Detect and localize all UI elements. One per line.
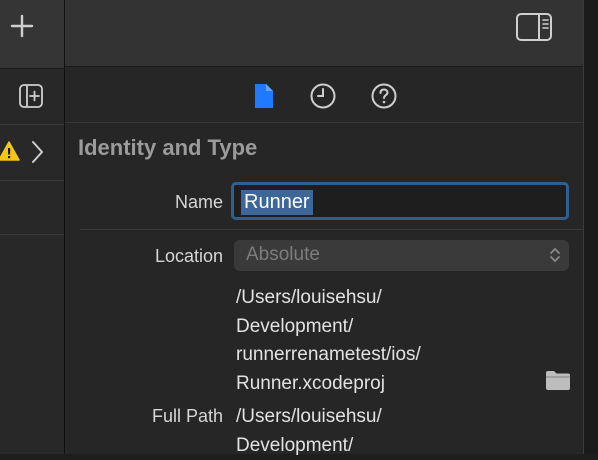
sidebar-right-icon[interactable]: [515, 12, 553, 42]
name-field[interactable]: Runner: [231, 182, 569, 220]
path-line: /Users/louisehsu/: [236, 284, 421, 313]
navigator-divider: [0, 234, 64, 235]
path-line: runnerrenametest/ios/: [236, 341, 421, 370]
name-selection: Runner: [241, 190, 313, 215]
navigator-toolbar: [0, 0, 64, 69]
plus-icon[interactable]: [10, 14, 34, 38]
full-path-line: Development/: [236, 432, 382, 460]
navigator-divider: [0, 124, 64, 125]
location-value: Absolute: [246, 244, 320, 266]
section-title: Identity and Type: [78, 135, 257, 161]
location-label: Location: [95, 246, 223, 267]
plus-square-icon[interactable]: [18, 83, 44, 109]
location-path: /Users/louisehsu/ Development/ runnerren…: [236, 284, 421, 398]
clock-icon[interactable]: [309, 82, 337, 110]
path-line: Runner.xcodeproj: [236, 370, 421, 399]
full-path-line: /Users/louisehsu/: [236, 403, 382, 432]
tab-divider: [65, 122, 583, 123]
file-inspector: Identity and Type Name Runner Location A…: [65, 0, 583, 454]
chevron-up-down-icon: [549, 247, 561, 263]
path-line: Development/: [236, 313, 421, 342]
warning-triangle-icon: [0, 140, 20, 162]
name-value: Runner: [244, 191, 310, 213]
full-path: /Users/louisehsu/ Development/: [236, 403, 382, 460]
inspector-toolbar: [65, 0, 583, 67]
navigator-strip: [0, 0, 65, 454]
question-circle-icon[interactable]: [370, 82, 398, 110]
location-select[interactable]: Absolute: [234, 240, 569, 271]
folder-icon[interactable]: [545, 369, 571, 391]
window-edge: [583, 0, 598, 454]
chevron-right-icon[interactable]: [28, 139, 46, 165]
full-path-label: Full Path: [95, 406, 223, 427]
name-label: Name: [115, 192, 223, 213]
document-icon[interactable]: [252, 82, 276, 110]
navigator-divider: [0, 180, 64, 181]
row-divider: [80, 229, 583, 230]
